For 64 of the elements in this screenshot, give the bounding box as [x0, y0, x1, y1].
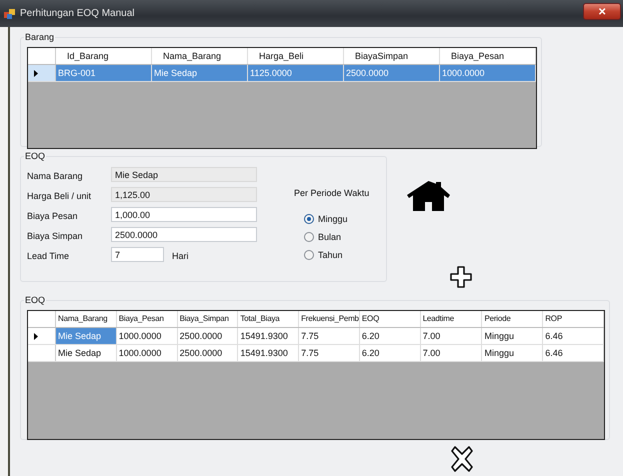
- input-field[interactable]: 2500.0000: [111, 226, 257, 242]
- window-title: Perhitungan EOQ Manual: [20, 8, 135, 19]
- column-header[interactable]: Total_Biaya: [238, 311, 300, 327]
- table-cell: 7.75: [299, 345, 360, 361]
- table-cell: 7.75: [299, 328, 360, 344]
- column-header[interactable]: Nama_Barang: [56, 311, 117, 327]
- close-icon[interactable]: [450, 446, 474, 472]
- table-row[interactable]: Mie Sedap 1000.0000 2500.0000 15491.9300 7.75 6.20 7.00 Minggu 6.46: [28, 328, 604, 345]
- column-header[interactable]: Leadtime: [420, 311, 482, 327]
- column-header[interactable]: Id_Barang: [56, 48, 152, 64]
- table-cell: 2500.0000: [178, 328, 238, 344]
- column-header[interactable]: Biaya_Pesan: [440, 48, 536, 64]
- close-button[interactable]: ✕: [583, 3, 621, 20]
- group-label: Barang: [24, 32, 56, 42]
- column-header[interactable]: Periode: [482, 311, 544, 327]
- field-label: Biaya Simpan: [27, 230, 84, 241]
- row-pointer-icon: [34, 332, 38, 340]
- group-label: EOQ: [24, 295, 46, 305]
- app-icon: [4, 8, 15, 19]
- input-field[interactable]: 1,000.00: [111, 206, 257, 222]
- column-header[interactable]: Nama_Barang: [152, 48, 248, 64]
- unit-label: Hari: [172, 250, 189, 261]
- table-cell: 6.46: [543, 328, 604, 344]
- row-pointer-icon: [34, 70, 38, 76]
- table-cell: Minggu: [482, 345, 544, 361]
- column-header[interactable]: EOQ: [360, 311, 421, 327]
- table-cell: Minggu: [482, 328, 544, 344]
- field-label: Nama Barang: [27, 170, 84, 181]
- table-cell: 7.00: [420, 345, 482, 361]
- column-header[interactable]: ROP: [543, 311, 604, 327]
- table-cell: 6.20: [360, 328, 421, 344]
- column-header[interactable]: BiayaSimpan: [344, 48, 440, 64]
- table-cell: BRG-001: [56, 65, 152, 81]
- table-cell: 6.20: [360, 345, 421, 361]
- field-label: Lead Time: [27, 250, 70, 261]
- radio-button[interactable]: Bulan: [304, 230, 370, 244]
- radio-button[interactable]: Minggu: [304, 212, 370, 226]
- field-label: Harga Beli / unit: [27, 190, 92, 201]
- group-label: EOQ: [24, 151, 46, 161]
- radio-button[interactable]: Tahun: [304, 248, 370, 262]
- column-header[interactable]: Biaya_Pesan: [116, 311, 178, 327]
- column-header[interactable]: Frekuensi_Pemb: [299, 311, 360, 327]
- table-cell: 7.00: [420, 328, 482, 344]
- table-cell: 1125.0000: [248, 65, 344, 81]
- table-cell: Mie Sedap: [56, 345, 117, 361]
- home-icon[interactable]: [406, 180, 451, 212]
- table-cell: 6.46: [543, 345, 604, 361]
- column-header[interactable]: Harga_Beli: [248, 48, 344, 64]
- table-cell: 2500.0000: [344, 65, 440, 81]
- field-label: Biaya Pesan: [27, 210, 79, 221]
- period-label: Per Periode Waktu: [294, 188, 370, 198]
- column-header[interactable]: Biaya_Simpan: [178, 311, 238, 327]
- row-header[interactable]: [28, 65, 56, 81]
- table-cell: 2500.0000: [178, 345, 238, 361]
- table-cell: Mie Sedap: [56, 328, 117, 344]
- table-row[interactable]: Mie Sedap 1000.0000 2500.0000 15491.9300 7.75 6.20 7.00 Minggu 6.46: [28, 345, 604, 362]
- table-cell: 15491.9300: [238, 345, 300, 361]
- table-cell: 1000.0000: [116, 328, 178, 344]
- table-cell: Mie Sedap: [152, 65, 248, 81]
- table-cell: 15491.9300: [238, 328, 300, 344]
- table-cell: 1000.0000: [440, 65, 536, 81]
- input-field[interactable]: 7: [111, 246, 164, 262]
- table-cell: 1000.0000: [116, 345, 178, 361]
- plus-icon[interactable]: [450, 266, 472, 288]
